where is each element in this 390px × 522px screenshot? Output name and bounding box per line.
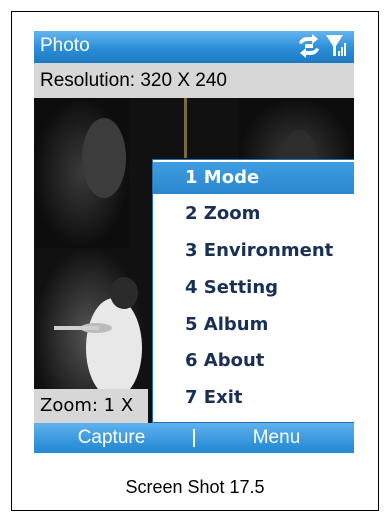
phone-screen: Photo Resolution: 320 X 240 Zoom: 1 X 1 … bbox=[34, 31, 354, 467]
menu-item-exit[interactable]: 7 Exit bbox=[153, 382, 354, 414]
zoom-indicator: Zoom: 1 X bbox=[34, 389, 148, 423]
softkey-divider bbox=[193, 429, 195, 447]
menu-item-label: 3 Environment bbox=[185, 240, 334, 261]
sync-icon bbox=[299, 34, 319, 58]
menu-item-about[interactable]: 6 About bbox=[153, 345, 354, 377]
menu-item-setting[interactable]: 4 Setting bbox=[153, 272, 354, 304]
menu-item-label: 6 About bbox=[185, 350, 265, 371]
menu-item-environment[interactable]: 3 Environment bbox=[153, 235, 354, 267]
menu-item-label: 7 Exit bbox=[185, 387, 243, 408]
menu-item-album[interactable]: 5 Album bbox=[153, 309, 354, 341]
menu-item-label: 4 Setting bbox=[185, 277, 279, 298]
status-icons bbox=[296, 34, 348, 58]
figure-caption: Screen Shot 17.5 bbox=[125, 477, 265, 497]
menu-item-label: 5 Album bbox=[185, 314, 269, 335]
popup-menu: 1 Mode 2 Zoom 3 Environment 4 Setting 5 … bbox=[152, 159, 354, 423]
menu-item-zoom[interactable]: 2 Zoom bbox=[153, 198, 354, 230]
resolution-bar: Resolution: 320 X 240 bbox=[34, 63, 354, 98]
bottom-spacer bbox=[34, 453, 354, 467]
softkey-bar: Capture Menu bbox=[34, 423, 354, 467]
menu-item-label: 1 Mode bbox=[185, 167, 260, 188]
title-bar: Photo bbox=[34, 31, 354, 63]
menu-softkey[interactable]: Menu bbox=[199, 423, 354, 453]
app-title: Photo bbox=[40, 35, 90, 56]
signal-icon bbox=[326, 35, 346, 56]
capture-softkey[interactable]: Capture bbox=[34, 423, 189, 453]
menu-item-label: 2 Zoom bbox=[185, 203, 261, 224]
menu-item-mode[interactable]: 1 Mode bbox=[153, 162, 354, 194]
